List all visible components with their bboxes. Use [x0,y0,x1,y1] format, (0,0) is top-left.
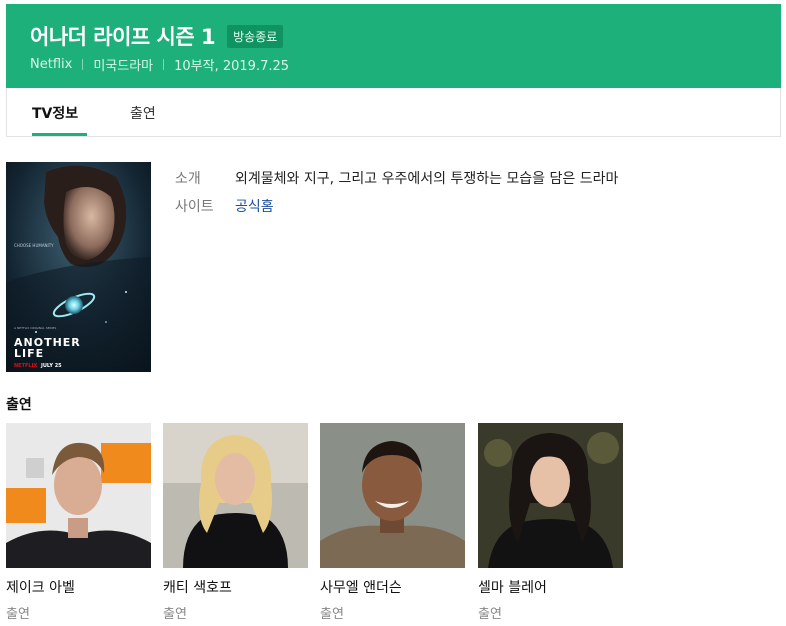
cast-card[interactable]: 제이크 아벨 출연 [6,423,151,622]
meta-episodes-date: 10부작, 2019.7.25 [174,59,290,74]
program-title[interactable]: 어나더 라이프 시즌 1 [30,21,216,51]
poster-date: JULY 25 [40,363,62,369]
title-row: 어나더 라이프 시즌 1 방송종료 [30,21,284,51]
meta-channel: Netflix [30,57,73,72]
cast-card[interactable]: 사무엘 앤더슨 출연 [320,423,465,622]
cast-name[interactable]: 캐티 색호프 [163,577,308,597]
cast-photo[interactable] [320,423,465,568]
intro-label: 소개 [175,171,201,187]
info-site-row: 사이트 공식홈 [175,198,618,226]
cast-card[interactable]: 셀마 블레어 출연 [478,423,623,622]
cast-photo[interactable] [163,423,308,568]
poster-tagline: CHOOSE HUMANITY [14,243,54,248]
cast-role: 출연 [320,607,344,622]
meta-divider [82,59,84,70]
cast-name[interactable]: 셀마 블레어 [478,577,623,597]
intro-value: 외계물체와 지구, 그리고 우주에서의 투쟁하는 모습을 담은 드라마 [235,171,619,187]
program-header: 어나더 라이프 시즌 1 방송종료 Netflix 미국드라마 10부작, 20… [6,4,781,88]
meta-divider [163,59,165,70]
cast-name[interactable]: 사무엘 앤더슨 [320,577,465,597]
cast-role: 출연 [478,607,502,622]
poster-image[interactable]: CHOOSE HUMANITY A NETFLIX ORIGINAL SERIE… [6,162,151,372]
site-label: 사이트 [175,199,214,215]
cast-card[interactable]: 캐티 색호프 출연 [163,423,308,622]
status-badge: 방송종료 [227,24,284,48]
cast-photo[interactable] [6,423,151,568]
cast-name[interactable]: 제이크 아벨 [6,577,151,597]
poster-studio: A NETFLIX ORIGINAL SERIES [14,326,56,330]
cast-role: 출연 [163,607,187,622]
tab-tv-info[interactable]: TV정보 [32,103,78,123]
tab-cast[interactable]: 출연 [130,103,156,123]
cast-photo[interactable] [478,423,623,568]
program-info: 소개 외계물체와 지구, 그리고 우주에서의 투쟁하는 모습을 담은 드라마 사… [175,170,618,226]
poster-art: CHOOSE HUMANITY A NETFLIX ORIGINAL SERIE… [6,162,151,372]
program-meta: Netflix 미국드라마 10부작, 2019.7.25 [30,55,289,74]
meta-genre: 미국드라마 [93,59,154,74]
cast-role: 출연 [6,607,30,622]
info-intro-row: 소개 외계물체와 지구, 그리고 우주에서의 투쟁하는 모습을 담은 드라마 [175,170,618,198]
tab-bar: TV정보 출연 [6,88,781,137]
poster-brand: NETFLIX [14,363,37,369]
official-site-link[interactable]: 공식홈 [235,198,274,226]
poster-title-line2: LIFE [14,347,44,360]
active-tab-indicator [32,133,87,136]
cast-heading: 출연 [6,397,32,413]
